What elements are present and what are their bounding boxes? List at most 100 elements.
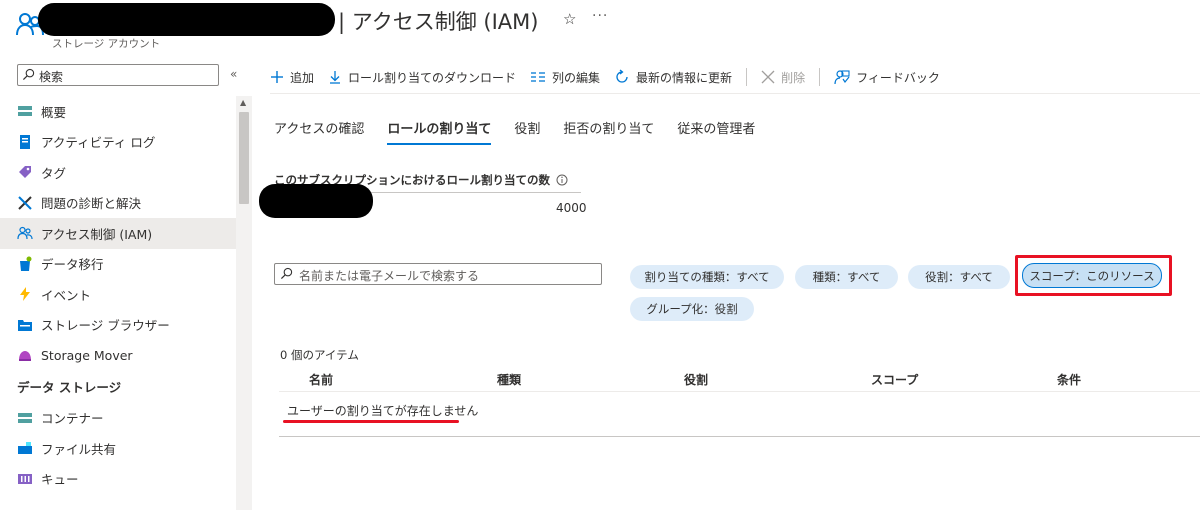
close-icon: [761, 70, 775, 84]
overview-icon: [17, 103, 33, 119]
plus-icon: [270, 70, 284, 84]
events-icon: [17, 286, 33, 302]
sidebar-item-overview[interactable]: 概要: [0, 96, 236, 127]
column-header-role[interactable]: 役割: [684, 371, 708, 388]
feedback-label: フィードバック: [856, 70, 940, 85]
column-header-scope[interactable]: スコープ: [871, 371, 918, 388]
sidebar-item-containers[interactable]: コンテナー: [0, 403, 236, 434]
column-header-name[interactable]: 名前: [309, 371, 333, 388]
add-button[interactable]: 追加: [270, 69, 314, 86]
sidebar-item-label: ストレージ ブラウザー: [41, 318, 170, 334]
collapse-sidebar-icon[interactable]: «: [230, 67, 237, 81]
scrollbar-thumb[interactable]: [239, 112, 249, 204]
scroll-up-icon[interactable]: ▲: [240, 98, 246, 107]
toolbar-divider-line: [270, 93, 1200, 94]
sidebar-item-label: アクティビティ ログ: [41, 135, 156, 151]
sidebar-item-access-control[interactable]: アクセス制御 (IAM): [0, 218, 236, 249]
page-header: | アクセス制御 (IAM) ☆ ··· ストレージ アカウント: [0, 0, 1200, 60]
table-empty-row: ユーザーの割り当てが存在しません: [279, 393, 1200, 437]
search-icon: [22, 68, 35, 81]
sidebar-item-label: タグ: [41, 165, 67, 181]
filter-pill-type[interactable]: 種類：すべて: [795, 265, 898, 289]
edit-columns-button[interactable]: 列の編集: [530, 69, 600, 86]
sidebar-item-diagnose[interactable]: 問題の診断と解決: [0, 188, 236, 219]
item-count: 0 個のアイテム: [280, 348, 359, 362]
search-icon: [280, 267, 293, 280]
column-header-condition[interactable]: 条件: [1057, 371, 1081, 388]
sidebar-item-label: アクセス制御 (IAM): [41, 226, 153, 242]
redacted-account-name: [38, 3, 335, 36]
tab-classic-administrators[interactable]: 従来の管理者: [677, 118, 755, 145]
toolbar-divider: [819, 68, 821, 86]
download-icon: [328, 70, 342, 84]
sidebar-item-storage-browser[interactable]: ストレージ ブラウザー: [0, 310, 236, 341]
containers-icon: [17, 410, 33, 426]
add-label: 追加: [290, 70, 315, 85]
page-subtitle: ストレージ アカウント: [52, 38, 161, 50]
delete-button[interactable]: 削除: [761, 69, 805, 86]
refresh-icon: [614, 69, 630, 85]
activity-log-icon: [17, 134, 33, 150]
access-control-icon: [17, 225, 33, 241]
redacted-assignment-count: [259, 184, 373, 218]
storage-browser-icon: [17, 317, 33, 333]
sidebar-search-placeholder: 検索: [39, 70, 64, 84]
sidebar-section-title: データ ストレージ: [17, 380, 122, 395]
command-bar: 追加 ロール割り当てのダウンロード 列の編集 最新の情報に更新 削除 フィードバ…: [270, 64, 954, 90]
diagnose-icon: [17, 195, 33, 211]
feedback-icon: [834, 69, 850, 85]
name-email-search-placeholder: 名前または電子メールで検索する: [299, 269, 480, 283]
filter-pill-role[interactable]: 役割：すべて: [908, 265, 1010, 289]
tab-deny-assignments[interactable]: 拒否の割り当て: [563, 118, 654, 145]
empty-message: ユーザーの割り当てが存在しません: [287, 404, 479, 418]
toolbar-divider: [746, 68, 748, 86]
sidebar-item-storage-mover[interactable]: Storage Mover: [0, 340, 236, 371]
info-icon[interactable]: [556, 174, 568, 186]
tab-bar: アクセスの確認 ロールの割り当て 役割 拒否の割り当て 従来の管理者: [274, 118, 778, 145]
sidebar-item-data-migration[interactable]: データ移行: [0, 249, 236, 280]
sidebar: 概要 アクティビティ ログ タグ 問題の診断と解決 アクセス制御 (IAM) デ…: [0, 96, 236, 494]
tag-icon: [17, 164, 33, 180]
feedback-button[interactable]: フィードバック: [834, 69, 940, 86]
tab-roles[interactable]: 役割: [514, 118, 540, 145]
sidebar-search-input[interactable]: 検索: [17, 64, 219, 86]
filter-pill-group-by[interactable]: グループ化：役割: [630, 297, 754, 321]
sidebar-item-queue[interactable]: キュー: [0, 464, 236, 495]
sidebar-item-label: 問題の診断と解決: [41, 196, 142, 212]
file-share-icon: [17, 440, 33, 456]
tab-check-access[interactable]: アクセスの確認: [274, 118, 364, 145]
sidebar-item-file-share[interactable]: ファイル共有: [0, 433, 236, 464]
queue-icon: [17, 471, 33, 487]
sidebar-scrollbar[interactable]: ▲: [236, 96, 252, 510]
scope-filter-highlight: [1015, 255, 1172, 296]
sidebar-item-activity-log[interactable]: アクティビティ ログ: [0, 127, 236, 158]
refresh-label: 最新の情報に更新: [636, 70, 733, 85]
sidebar-item-label: 概要: [41, 104, 67, 120]
delete-label: 削除: [781, 70, 806, 85]
filter-pill-assignment-type[interactable]: 割り当ての種類：すべて: [630, 265, 784, 289]
name-email-search-input[interactable]: 名前または電子メールで検索する: [274, 263, 602, 285]
sidebar-item-label: ファイル共有: [41, 441, 117, 457]
sidebar-item-label: イベント: [41, 287, 92, 303]
tab-role-assignments[interactable]: ロールの割り当て: [387, 118, 492, 145]
empty-message-annotation-underline: [283, 420, 459, 423]
storage-mover-icon: [17, 347, 33, 363]
refresh-button[interactable]: 最新の情報に更新: [614, 69, 732, 86]
role-assignment-max: 4000: [556, 201, 587, 215]
column-header-type[interactable]: 種類: [497, 371, 521, 388]
sidebar-item-label: キュー: [41, 472, 79, 488]
sidebar-item-tags[interactable]: タグ: [0, 157, 236, 188]
sidebar-item-label: コンテナー: [41, 411, 104, 427]
favorite-star-icon[interactable]: ☆: [563, 10, 576, 28]
data-migration-icon: [17, 256, 33, 272]
table-header: 名前 種類 役割 スコープ 条件: [279, 368, 1200, 392]
sidebar-item-label: Storage Mover: [41, 347, 133, 363]
page-title: | アクセス制御 (IAM): [338, 10, 539, 34]
columns-icon: [530, 71, 546, 83]
download-label: ロール割り当てのダウンロード: [348, 70, 517, 85]
edit-columns-label: 列の編集: [552, 70, 601, 85]
sidebar-item-label: データ移行: [41, 257, 104, 273]
more-options-icon[interactable]: ···: [592, 8, 608, 24]
download-button[interactable]: ロール割り当てのダウンロード: [328, 69, 516, 86]
sidebar-item-events[interactable]: イベント: [0, 279, 236, 310]
